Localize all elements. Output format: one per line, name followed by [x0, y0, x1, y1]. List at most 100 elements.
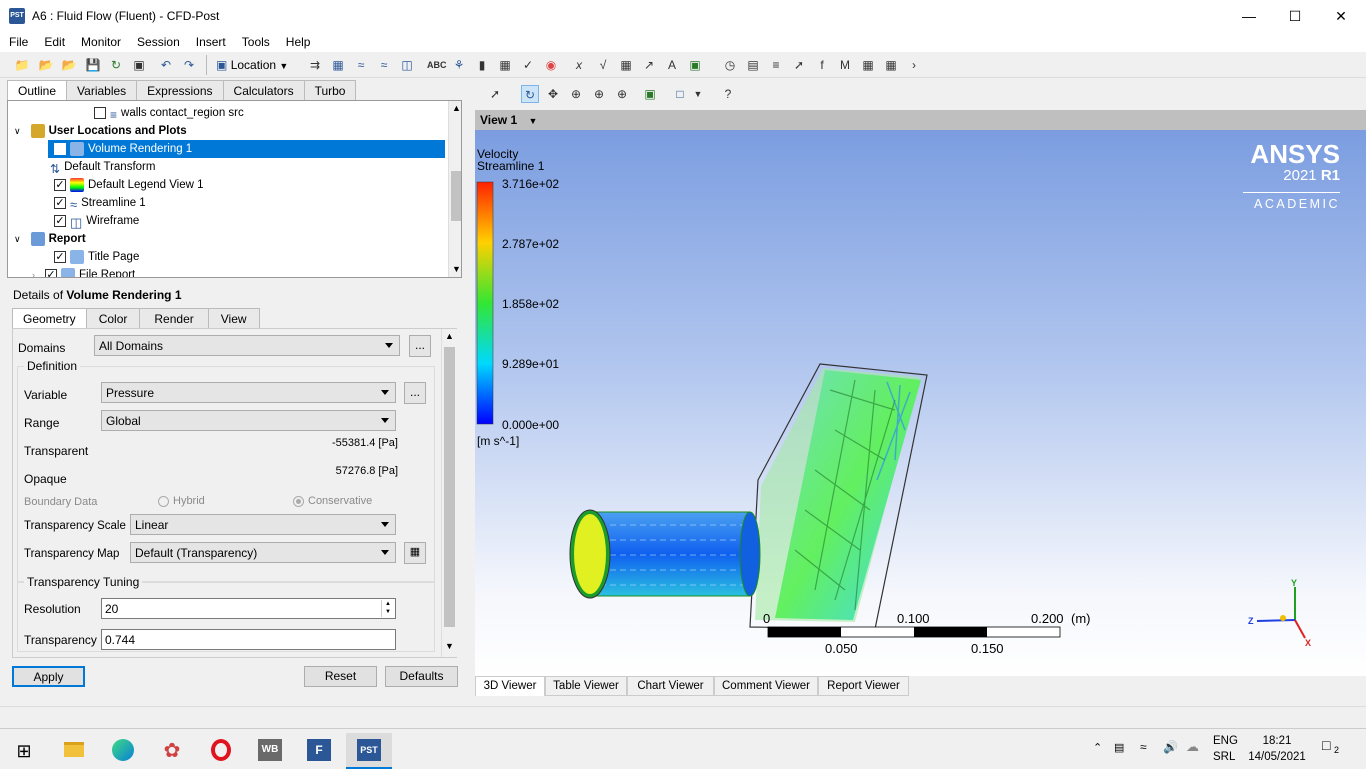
- transparency-input[interactable]: 0.744: [101, 629, 396, 650]
- taskbar-app-cfd-post[interactable]: PST: [346, 733, 392, 769]
- wifi-icon[interactable]: ≈: [1140, 740, 1147, 754]
- resolution-input[interactable]: 20 ▲ ▼: [101, 598, 396, 619]
- show-hidden-icons[interactable]: ⌃: [1093, 741, 1102, 754]
- table-icon[interactable]: ▦: [617, 56, 635, 74]
- tree-item-wireframe[interactable]: ✓ ◫ Wireframe: [54, 212, 139, 230]
- details-scrollbar[interactable]: ▲ ▼: [441, 329, 457, 657]
- tab-calculators[interactable]: Calculators: [222, 80, 305, 100]
- domains-select[interactable]: All Domains: [94, 335, 400, 356]
- fit-view-icon[interactable]: ▣: [641, 85, 659, 103]
- variable-select[interactable]: Pressure: [101, 382, 396, 403]
- redo-icon[interactable]: ↷: [180, 56, 198, 74]
- collapse-icon[interactable]: ∨: [14, 234, 21, 244]
- expand-icon[interactable]: ›: [32, 270, 35, 277]
- quick-editor-icon[interactable]: ≡: [767, 56, 785, 74]
- tree-item-file-report[interactable]: › ✓ File Report: [32, 266, 135, 277]
- tab-report-viewer[interactable]: Report Viewer: [818, 676, 909, 696]
- checkbox[interactable]: [94, 106, 106, 119]
- legend-icon[interactable]: ▮: [473, 56, 491, 74]
- menu-session[interactable]: Session: [128, 32, 187, 49]
- tab-variables[interactable]: Variables: [66, 80, 138, 100]
- checkbox-checked[interactable]: ✓: [45, 268, 57, 277]
- tree-item-default-legend[interactable]: ✓ Default Legend View 1: [54, 176, 204, 194]
- volume-icon[interactable]: 🔊: [1163, 740, 1178, 754]
- function-calculator-icon[interactable]: f: [813, 56, 831, 74]
- location-dropdown[interactable]: ▣ Location ▼: [216, 55, 296, 75]
- volume-rendering-icon[interactable]: ◫: [398, 56, 416, 74]
- checkbox-checked[interactable]: ✓: [54, 178, 66, 191]
- windows-start-icon[interactable]: ⊞: [4, 733, 44, 769]
- scroll-down-icon[interactable]: ▼: [445, 641, 454, 651]
- tree-item-title-page[interactable]: ✓ Title Page: [54, 248, 139, 266]
- menu-tools[interactable]: Tools: [233, 32, 277, 49]
- case-comparison-icon[interactable]: ▦: [882, 56, 900, 74]
- scroll-thumb[interactable]: [451, 171, 461, 221]
- menu-edit[interactable]: Edit: [35, 32, 72, 49]
- taskbar-app-wb[interactable]: WB: [250, 733, 290, 769]
- zoom-fit-icon[interactable]: ⊕: [613, 85, 631, 103]
- tree-item-streamline[interactable]: ✓ ≈ Streamline 1: [54, 194, 146, 212]
- file-explorer-icon[interactable]: [54, 733, 94, 769]
- menu-monitor[interactable]: Monitor: [72, 32, 128, 49]
- menu-help[interactable]: Help: [277, 32, 318, 49]
- tab-outline[interactable]: Outline: [7, 80, 68, 101]
- tab-render[interactable]: Render: [139, 308, 209, 328]
- new-case-icon[interactable]: 📁: [13, 56, 31, 74]
- tree-item-walls-contact[interactable]: ≡ walls contact_region src: [94, 104, 244, 122]
- select-icon[interactable]: ➚: [486, 85, 504, 103]
- expression-icon[interactable]: √: [594, 56, 612, 74]
- tab-view[interactable]: View: [207, 308, 260, 328]
- tree-item-report[interactable]: ∨ Report: [14, 230, 86, 248]
- mesh-calculator-icon[interactable]: ▦: [859, 56, 877, 74]
- zoom-box-icon[interactable]: ⊕: [590, 85, 608, 103]
- particle-track-icon[interactable]: ≈: [375, 56, 393, 74]
- weather-cloud-icon[interactable]: ☁: [1186, 739, 1199, 755]
- language-indicator[interactable]: ENG SRL: [1213, 733, 1238, 765]
- color-map-icon[interactable]: ◉: [542, 56, 560, 74]
- scroll-up-icon[interactable]: ▲: [452, 103, 461, 113]
- viewport-layout-icon[interactable]: □: [671, 85, 689, 103]
- conservative-radio[interactable]: Conservative: [293, 495, 372, 507]
- save-icon[interactable]: 💾: [84, 56, 102, 74]
- map-editor-icon[interactable]: ▦: [404, 542, 426, 564]
- scroll-down-icon[interactable]: ▼: [452, 264, 461, 274]
- tab-chart-viewer[interactable]: Chart Viewer: [627, 676, 714, 696]
- range-select[interactable]: Global: [101, 410, 396, 431]
- load-results-icon[interactable]: 📂: [60, 56, 78, 74]
- help-icon[interactable]: ?: [719, 85, 737, 103]
- tab-table-viewer[interactable]: Table Viewer: [545, 676, 627, 696]
- reset-button[interactable]: Reset: [304, 666, 377, 687]
- tab-comment-viewer[interactable]: Comment Viewer: [714, 676, 818, 696]
- chart-icon[interactable]: ↗: [640, 56, 658, 74]
- streamline-icon[interactable]: ≈: [352, 56, 370, 74]
- zoom-icon[interactable]: ⊕: [567, 85, 585, 103]
- variable-icon[interactable]: x: [570, 56, 588, 74]
- tab-geometry[interactable]: Geometry: [12, 308, 87, 329]
- tree-item-user-locations[interactable]: ∨ User Locations and Plots: [14, 122, 187, 140]
- transparency-scale-select[interactable]: Linear: [130, 514, 396, 535]
- instance-transform-icon[interactable]: ▦: [496, 56, 514, 74]
- refresh-icon[interactable]: ↻: [107, 56, 125, 74]
- taskbar-app-fluent[interactable]: F: [299, 733, 339, 769]
- chrome-icon[interactable]: ✿: [152, 733, 192, 769]
- tree-scrollbar[interactable]: ▲ ▼: [448, 101, 461, 277]
- maximize-button[interactable]: ☐: [1272, 0, 1318, 32]
- checkbox-checked[interactable]: ✓: [54, 196, 66, 209]
- video-icon[interactable]: ▤: [744, 56, 762, 74]
- hybrid-radio[interactable]: Hybrid: [158, 495, 205, 507]
- close-button[interactable]: ✕: [1318, 0, 1364, 32]
- minimize-button[interactable]: —: [1226, 0, 1272, 32]
- tab-3d-viewer[interactable]: 3D Viewer: [475, 676, 545, 696]
- pan-icon[interactable]: ✥: [544, 85, 562, 103]
- notification-icon[interactable]: □ 2: [1322, 737, 1342, 755]
- contour-icon[interactable]: ▦: [329, 56, 347, 74]
- undo-icon[interactable]: ↶: [157, 56, 175, 74]
- menu-file[interactable]: File: [0, 32, 35, 49]
- menu-insert[interactable]: Insert: [187, 32, 233, 49]
- coordinate-frame-icon[interactable]: ⚘: [450, 56, 468, 74]
- apply-button[interactable]: Apply: [12, 666, 85, 687]
- variable-ellipsis-button[interactable]: ...: [404, 382, 426, 404]
- tree-item-default-transform[interactable]: ⇅ Default Transform: [50, 158, 155, 176]
- defaults-button[interactable]: Defaults: [385, 666, 458, 687]
- figure-icon[interactable]: ▣: [686, 56, 704, 74]
